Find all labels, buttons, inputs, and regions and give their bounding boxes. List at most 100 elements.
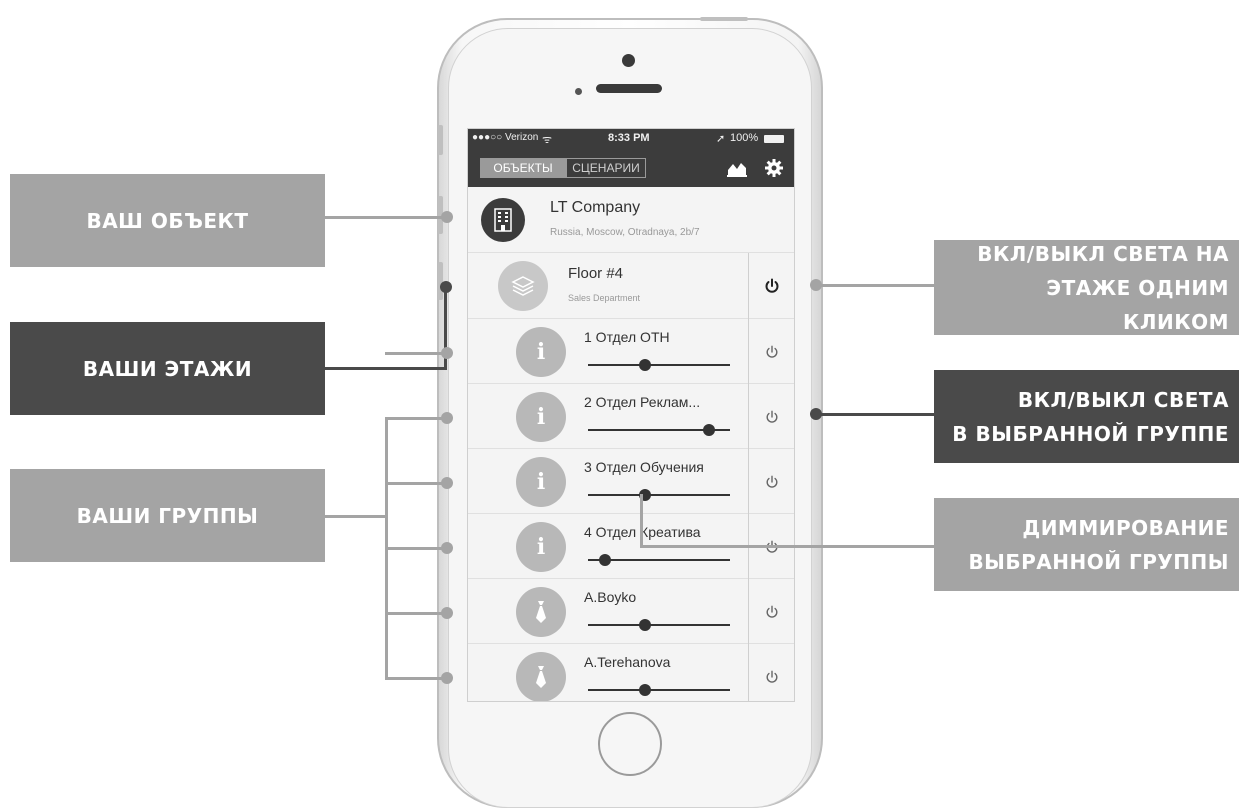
connector-group-branch: [385, 352, 447, 355]
power-icon: [766, 345, 777, 358]
group-power-button[interactable]: [748, 319, 794, 384]
callout-group-power-line2: В ВЫБРАННОЙ ГРУППЕ: [952, 421, 1229, 446]
connector-object-dot: [441, 211, 453, 223]
earpiece-speaker: [596, 84, 662, 93]
connector-group-branch: [385, 482, 447, 485]
callout-floor-power-line1: ВКЛ/ВЫКЛ СВЕТА НА: [977, 241, 1229, 266]
connector-group-branch: [385, 677, 447, 680]
mute-switch: [438, 125, 443, 155]
group-row[interactable]: i 2 Отдел Реклам...: [468, 384, 794, 449]
power-icon: [766, 670, 777, 683]
group-row[interactable]: i 1 Отдел ОТН: [468, 319, 794, 384]
connector-group-dot: [441, 477, 453, 489]
floor-row[interactable]: Floor #4 Sales Department: [468, 253, 794, 319]
power-icon: [765, 278, 778, 293]
power-icon: [766, 605, 777, 618]
callout-dimming-line2: ВЫБРАННОЙ ГРУППЫ: [968, 549, 1229, 574]
dimmer-slider-track[interactable]: [588, 624, 730, 626]
connector-floors-h: [325, 367, 447, 370]
carrier-signal: ●●●○○ Verizon: [472, 132, 539, 143]
dimmer-slider-knob[interactable]: [638, 359, 651, 371]
callout-your-object: ВАШ ОБЪЕКТ: [10, 174, 325, 267]
connector-group-branch: [385, 417, 447, 420]
connector-group-power-dot: [810, 408, 822, 420]
front-camera: [622, 54, 635, 67]
connector-group-branch: [385, 612, 447, 615]
dimmer-slider-knob[interactable]: [702, 424, 715, 436]
group-name: A.Terehanova: [584, 654, 671, 670]
group-row[interactable]: A.Boyko: [468, 579, 794, 644]
group-row[interactable]: A.Terehanova: [468, 644, 794, 701]
callout-your-floors-text: ВАШИ ЭТАЖИ: [82, 356, 253, 381]
group-name: 2 Отдел Реклам...: [584, 394, 701, 410]
connector-floors-dot: [440, 281, 452, 293]
callout-your-floors: ВАШИ ЭТАЖИ: [10, 322, 325, 415]
connector-dimming-v: [640, 494, 643, 548]
dimmer-slider-track[interactable]: [588, 364, 730, 366]
power-icon: [766, 410, 777, 423]
tie-icon: [516, 652, 566, 701]
callout-dimming: ДИММИРОВАНИЕ ВЫБРАННОЙ ГРУППЫ: [934, 498, 1239, 591]
dimmer-slider-knob[interactable]: [638, 619, 651, 631]
tie-icon: [516, 587, 566, 637]
connector-object: [325, 216, 448, 219]
group-power-button[interactable]: [748, 384, 794, 449]
power-icon: [766, 475, 777, 488]
nav-bar: ОБЪЕКТЫ СЦЕНАРИИ: [468, 149, 794, 187]
dimmer-slider-knob[interactable]: [638, 684, 651, 696]
battery-icon: [764, 135, 784, 143]
power-side-button: [700, 17, 748, 21]
info-icon: i: [516, 457, 566, 507]
group-name: A.Boyko: [584, 589, 637, 605]
group-name: 1 Отдел ОТН: [584, 329, 670, 345]
group-power-button[interactable]: [748, 644, 794, 701]
callout-group-power: ВКЛ/ВЫКЛ СВЕТА В ВЫБРАННОЙ ГРУППЕ: [934, 370, 1239, 463]
status-bar: ●●●○○ Verizon ᯤ 8:33 PM ➚ 100%: [468, 129, 794, 149]
connector-floor-power-dot: [810, 279, 822, 291]
callout-your-object-text: ВАШ ОБЪЕКТ: [86, 208, 249, 233]
connector-group-dot: [441, 412, 453, 424]
group-name: 3 Отдел Обучения: [584, 459, 704, 475]
home-button[interactable]: [598, 712, 662, 776]
connector-group-dot: [441, 542, 453, 554]
company-address: Russia, Moscow, Otradnaya, 2b/7: [550, 227, 700, 238]
app-screen: ●●●○○ Verizon ᯤ 8:33 PM ➚ 100% ОБЪЕКТЫ С…: [467, 128, 795, 702]
gear-icon[interactable]: [764, 158, 784, 178]
callout-group-power-line1: ВКЛ/ВЫКЛ СВЕТА: [1017, 387, 1229, 412]
proximity-sensor: [575, 88, 582, 95]
company-name: LT Company: [550, 199, 641, 216]
floor-power-button[interactable]: [748, 253, 794, 319]
area-chart-icon[interactable]: [726, 158, 748, 178]
callout-floor-power-line2: ЭТАЖЕ ОДНИМ КЛИКОМ: [1046, 275, 1229, 334]
connector-group-power: [815, 413, 935, 416]
connector-groups-h: [325, 515, 387, 518]
connector-group-dot: [441, 672, 453, 684]
group-power-button[interactable]: [748, 449, 794, 514]
battery-percent: 100%: [730, 132, 759, 144]
dimmer-slider-track[interactable]: [588, 494, 730, 496]
tab-objects[interactable]: ОБЪЕКТЫ: [480, 158, 566, 178]
info-icon: i: [516, 392, 566, 442]
connector-floor-power: [815, 284, 935, 287]
callout-your-groups: ВАШИ ГРУППЫ: [10, 469, 325, 562]
floor-department: Sales Department: [568, 293, 641, 303]
connector-group-branch: [385, 547, 447, 550]
dimmer-slider-knob[interactable]: [599, 554, 612, 566]
dimmer-slider-track[interactable]: [588, 689, 730, 691]
callout-your-groups-text: ВАШИ ГРУППЫ: [76, 503, 259, 528]
connector-dimming-h: [642, 545, 935, 548]
info-icon: i: [516, 327, 566, 377]
callout-dimming-line1: ДИММИРОВАНИЕ: [1022, 515, 1229, 540]
group-row[interactable]: i 3 Отдел Обучения: [468, 449, 794, 514]
connector-group-dot: [441, 347, 453, 359]
connector-group-dot: [441, 607, 453, 619]
layers-icon: [498, 261, 548, 311]
clock: 8:33 PM: [608, 132, 650, 144]
location-icon: ➚: [716, 133, 726, 145]
tab-scenarios[interactable]: СЦЕНАРИИ: [566, 158, 646, 178]
group-power-button[interactable]: [748, 579, 794, 644]
company-row[interactable]: LT Company Russia, Moscow, Otradnaya, 2b…: [468, 187, 794, 253]
building-icon: [481, 198, 525, 242]
info-icon: i: [516, 522, 566, 572]
callout-floor-power: ВКЛ/ВЫКЛ СВЕТА НА ЭТАЖЕ ОДНИМ КЛИКОМ: [934, 240, 1239, 335]
